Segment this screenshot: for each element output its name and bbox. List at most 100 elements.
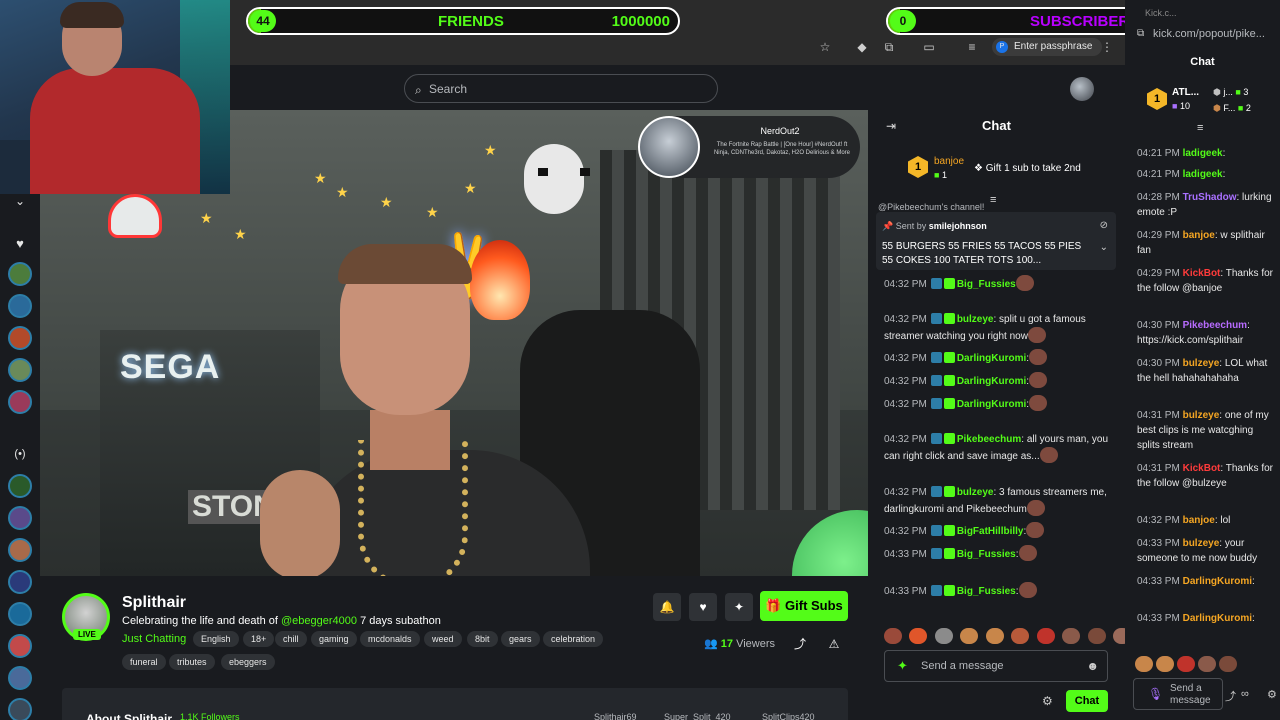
message-username[interactable]: KickBot xyxy=(1183,268,1221,279)
message-username[interactable]: DarlingKuromi xyxy=(957,376,1026,387)
puzzle-extensions-icon[interactable]: ⧉ xyxy=(882,40,896,54)
message-username[interactable]: ladigeek xyxy=(1183,169,1223,180)
popout-chat-input[interactable]: 🎙 Send a message xyxy=(1133,678,1223,710)
emote[interactable] xyxy=(1177,656,1195,672)
sidebar-channel-avatar[interactable] xyxy=(8,570,32,594)
emote[interactable] xyxy=(1219,656,1237,672)
popout-link-icon[interactable]: ∞ xyxy=(1241,688,1249,700)
message-username[interactable]: DarlingKuromi xyxy=(957,353,1026,364)
emote[interactable] xyxy=(1039,447,1058,463)
message-username[interactable]: DarlingKuromi xyxy=(1183,576,1252,587)
follow-heart-button[interactable]: ♥ xyxy=(689,593,717,621)
tag[interactable]: gaming xyxy=(311,631,357,647)
gift-subs-button[interactable]: 🎁 Gift Subs xyxy=(760,591,848,621)
gift-prompt[interactable]: ❖ Gift 1 sub to take 2nd xyxy=(974,163,1081,174)
tag[interactable]: English xyxy=(193,631,239,647)
emote[interactable] xyxy=(1018,545,1037,561)
emote[interactable] xyxy=(1198,656,1216,672)
message-username[interactable]: bulzeye xyxy=(1183,358,1220,369)
following-heart-icon[interactable]: ♥ xyxy=(0,236,40,251)
popout-settings-gear-icon[interactable]: ⚙ xyxy=(1267,688,1277,701)
message-username[interactable]: bulzeye xyxy=(1183,410,1220,421)
emote[interactable] xyxy=(985,628,1004,644)
sidebar-channel-avatar[interactable] xyxy=(8,474,32,498)
popout-leader-name[interactable]: ATL... xyxy=(1172,87,1199,98)
rank3-name[interactable]: F... xyxy=(1223,103,1235,113)
emote[interactable] xyxy=(1156,656,1174,672)
tag[interactable]: gears xyxy=(501,631,540,647)
tag[interactable]: 18+ xyxy=(243,631,275,647)
unpin-icon[interactable]: ⊘ xyxy=(1100,220,1108,231)
cast-icon[interactable]: ▭ xyxy=(922,40,936,54)
popout-leaderboard-expand-icon[interactable]: ≡ xyxy=(1197,122,1203,134)
subscribe-button[interactable]: ✦ xyxy=(725,593,753,621)
message-username[interactable]: banjoe xyxy=(1183,515,1215,526)
stream-title-mention[interactable]: @ebegger4000 xyxy=(281,615,357,627)
emote[interactable] xyxy=(909,628,928,644)
tag[interactable]: tributes xyxy=(169,654,215,670)
message-username[interactable]: KickBot xyxy=(1183,463,1221,474)
sidebar-channel-avatar[interactable] xyxy=(8,326,32,350)
tag[interactable]: weed xyxy=(424,631,462,647)
emote[interactable] xyxy=(1029,395,1048,411)
notification-bell-button[interactable]: 🔔 xyxy=(653,593,681,621)
message-username[interactable]: Pikebeechum xyxy=(1183,320,1247,331)
tag[interactable]: chill xyxy=(275,631,307,647)
rank2-name[interactable]: j... xyxy=(1223,87,1233,97)
chat-settings-gear-icon[interactable]: ⚙ xyxy=(1042,694,1053,708)
sidebar-channel-avatar[interactable] xyxy=(8,294,32,318)
emote[interactable] xyxy=(1026,500,1045,516)
message-username[interactable]: DarlingKuromi xyxy=(957,399,1026,410)
message-username[interactable]: Pikebeechum xyxy=(957,434,1021,445)
emote[interactable] xyxy=(1015,275,1034,291)
emote[interactable] xyxy=(1011,628,1030,644)
message-username[interactable]: Big_Fussies xyxy=(957,586,1016,597)
sidebar-channel-avatar[interactable] xyxy=(8,538,32,562)
tag[interactable]: 8bit xyxy=(467,631,498,647)
sidebar-channel-avatar[interactable] xyxy=(8,506,32,530)
extension-icon[interactable]: ◆ xyxy=(855,40,869,54)
tag[interactable]: ebeggers xyxy=(221,654,275,670)
user-avatar[interactable] xyxy=(1070,77,1094,101)
emote[interactable] xyxy=(1087,628,1106,644)
emote[interactable] xyxy=(1026,522,1045,538)
sidebar-channel-avatar[interactable] xyxy=(8,666,32,690)
chevron-down-icon[interactable]: ⌄ xyxy=(1100,242,1108,253)
message-username[interactable]: bulzeye xyxy=(957,487,994,498)
sidebar-channel-avatar[interactable] xyxy=(8,262,32,286)
browser-tab[interactable]: Kick.c... xyxy=(1145,8,1177,18)
message-username[interactable]: Big_Fussies xyxy=(957,549,1016,560)
search-input[interactable]: ⌕ Search xyxy=(404,74,718,103)
emote[interactable] xyxy=(1036,628,1055,644)
passphrase-button[interactable]: P Enter passphrase xyxy=(992,38,1103,56)
emote[interactable] xyxy=(1018,582,1037,598)
message-username[interactable]: banjoe xyxy=(1183,230,1215,241)
chat-input[interactable]: ✦ Send a message ☻ xyxy=(884,650,1108,682)
expand-chevron-icon[interactable]: ⌄ xyxy=(0,194,40,208)
popout-tabs-icon[interactable]: ⧉ xyxy=(1137,28,1144,39)
popout-share-icon[interactable]: ⤴ xyxy=(1225,688,1236,704)
bookmark-star-icon[interactable]: ☆ xyxy=(818,40,832,54)
pinned-by-user[interactable]: smilejohnson xyxy=(929,221,987,231)
emote[interactable] xyxy=(1135,656,1153,672)
sidebar-channel-avatar[interactable] xyxy=(8,390,32,414)
sidebar-channel-avatar[interactable] xyxy=(8,602,32,626)
message-username[interactable]: ladigeek xyxy=(1183,148,1223,159)
message-username[interactable]: Big_Fussies xyxy=(957,279,1016,290)
share-icon[interactable]: ⤴ xyxy=(786,630,814,658)
sidebar-channel-avatar[interactable] xyxy=(8,358,32,382)
leaderboard-expand-icon[interactable]: ≡ xyxy=(990,194,996,206)
media-control-icon[interactable]: ≡ xyxy=(965,40,979,54)
message-username[interactable]: DarlingKuromi xyxy=(1183,613,1252,624)
popout-url[interactable]: kick.com/popout/pike... xyxy=(1153,28,1265,40)
message-username[interactable]: BigFatHillbilly xyxy=(957,526,1024,537)
emote[interactable] xyxy=(1062,628,1081,644)
message-username[interactable]: bulzeye xyxy=(1183,538,1220,549)
message-username[interactable]: TruShadow xyxy=(1183,192,1237,203)
emote[interactable] xyxy=(1027,327,1046,343)
tag[interactable]: mcdonalds xyxy=(360,631,420,647)
emote[interactable] xyxy=(934,628,953,644)
emote[interactable] xyxy=(1029,349,1048,365)
tag[interactable]: funeral xyxy=(122,654,166,670)
tag[interactable]: celebration xyxy=(543,631,604,647)
